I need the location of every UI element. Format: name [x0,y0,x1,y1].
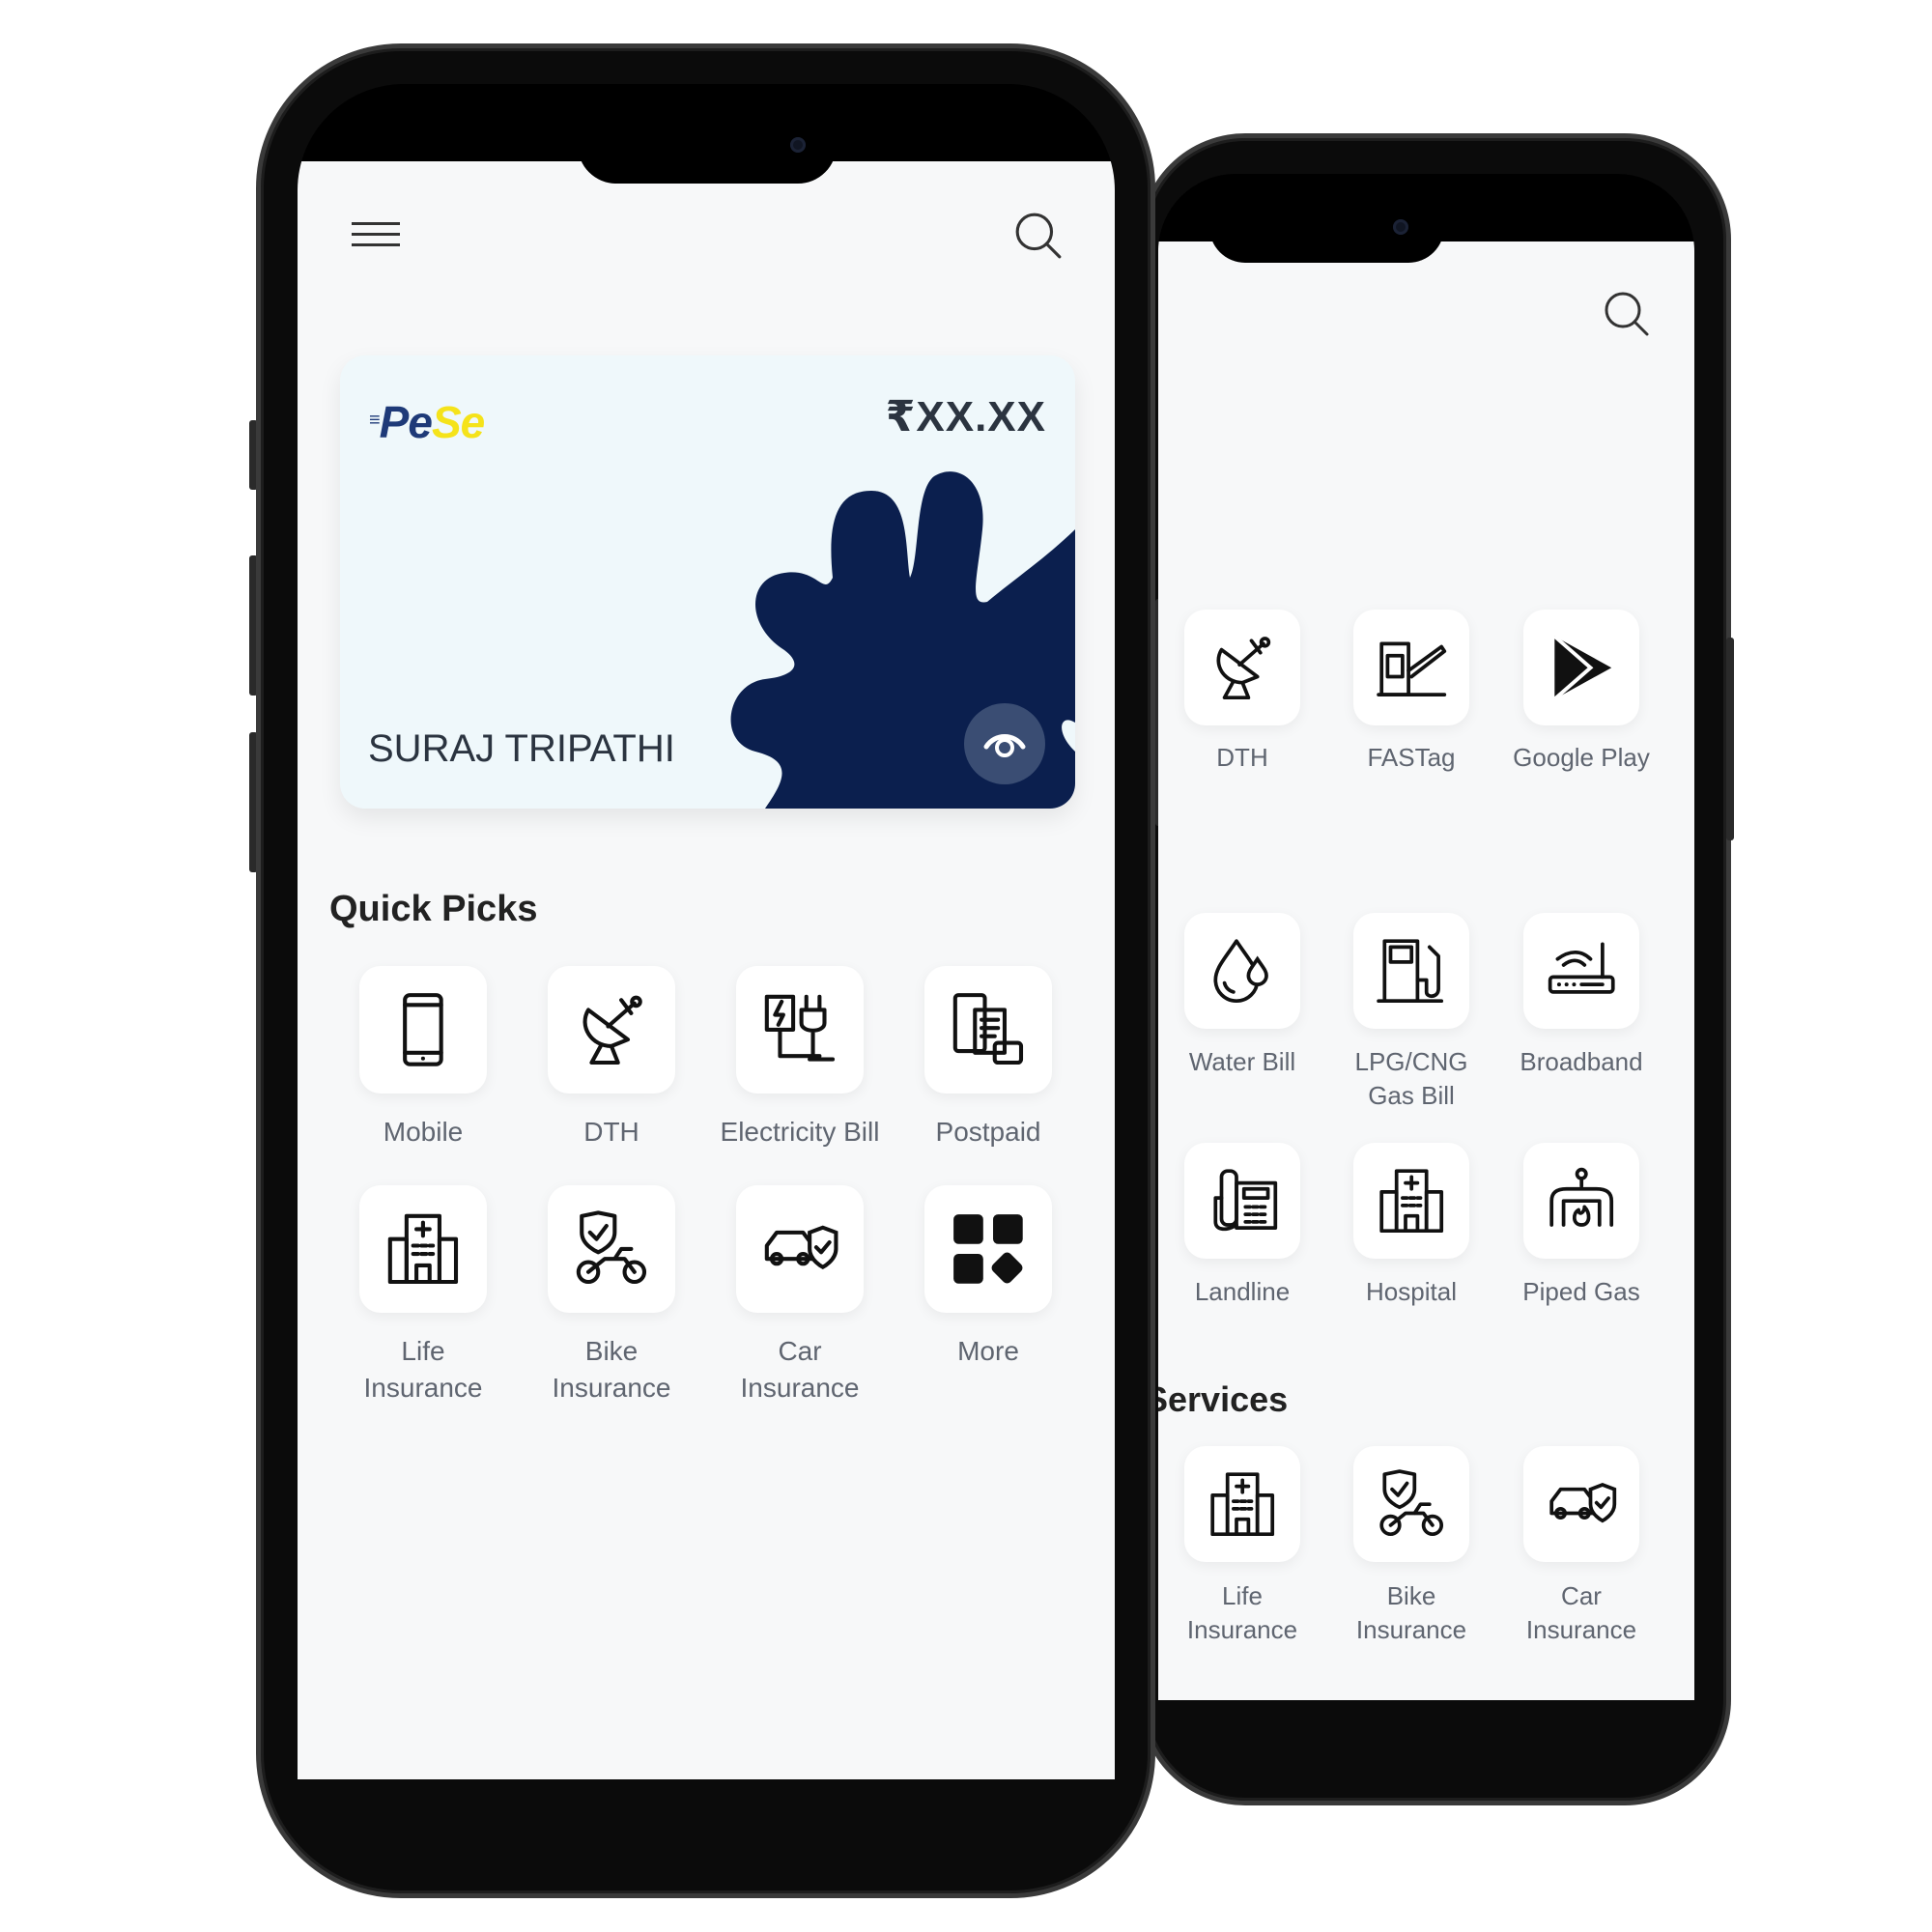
play-store-icon [1546,632,1617,703]
tile-life-insurance[interactable] [359,1185,487,1313]
wallet-card[interactable]: ≡PeSe ₹XX.XX SURAJ TRIPATHI [340,355,1075,809]
tile-fastag[interactable] [1353,610,1469,725]
quick-picks-title: Quick Picks [329,889,538,929]
router-icon [1546,935,1617,1007]
front-screen: ≡PeSe ₹XX.XX SURAJ TRIPATHI Quick Picks … [298,84,1115,1779]
tile-life-insurance[interactable] [1184,1446,1300,1562]
logo-se: Se [431,397,485,447]
tile-label[interactable]: Piped Gas [1465,1275,1694,1309]
balance-amount: ₹XX.XX [885,393,1046,440]
bike-shield-icon [1376,1468,1447,1540]
services-heading: Services [1158,1379,1289,1419]
tile-label[interactable]: Google Play [1465,741,1694,775]
tile-label[interactable]: More [872,1333,1104,1370]
bike-shield-icon [572,1209,651,1289]
satellite-dish-icon [572,990,651,1069]
fuel-pump-icon [1376,935,1447,1007]
electricity-icon [760,990,839,1069]
back-screen: Services DTH FASTag Google Play Water Bill L… [1158,174,1694,1700]
tile-hospital[interactable] [1353,1143,1469,1259]
eye-icon [983,734,1026,757]
tile-broadband[interactable] [1523,913,1639,1029]
dynamic-island [1209,191,1444,263]
more-grid-icon [949,1209,1028,1289]
tile-label[interactable]: Broadband [1465,1045,1694,1079]
card-holder-name: SURAJ TRIPATHI [368,727,675,770]
hospital-icon [1376,1165,1447,1236]
tile-mobile[interactable] [359,966,487,1094]
water-drop-icon [1207,935,1278,1007]
gas-pipe-icon [1546,1165,1617,1236]
tile-postpaid[interactable] [924,966,1052,1094]
tile-water-bill[interactable] [1184,913,1300,1029]
car-shield-icon [1546,1468,1617,1540]
search-icon[interactable] [1013,211,1064,261]
pese-logo: ≡PeSe [369,397,485,447]
tile-bike-insurance[interactable] [548,1185,675,1313]
tile-dth[interactable] [548,966,675,1094]
satellite-dish-icon [1207,632,1278,703]
tile-label[interactable]: Postpaid [872,1114,1104,1151]
logo-pe: Pe [379,397,433,447]
tile-electricity-bill[interactable] [736,966,864,1094]
back-phone-side-button [1726,638,1734,840]
tile-car-insurance[interactable] [736,1185,864,1313]
telephone-icon [1207,1165,1278,1236]
tile-more[interactable] [924,1185,1052,1313]
toll-gate-icon [1376,632,1447,703]
hamburger-icon[interactable] [352,222,400,247]
tile-google-play[interactable] [1523,610,1639,725]
hospital-icon [384,1209,463,1289]
tile-landline[interactable] [1184,1143,1300,1259]
tile-lpg-cng-gas-bill[interactable] [1353,913,1469,1029]
car-shield-icon [760,1209,839,1289]
eye-toggle-button[interactable] [964,703,1045,784]
tile-label[interactable]: Car Insurance [1465,1579,1694,1647]
search-icon[interactable] [1603,290,1651,338]
mobile-icon [384,990,463,1069]
tile-bike-insurance[interactable] [1353,1446,1469,1562]
postpaid-icon [949,990,1028,1069]
dynamic-island [578,106,837,184]
tile-car-insurance[interactable] [1523,1446,1639,1562]
tile-dth[interactable] [1184,610,1300,725]
tile-piped-gas[interactable] [1523,1143,1639,1259]
hospital-icon [1207,1468,1278,1540]
